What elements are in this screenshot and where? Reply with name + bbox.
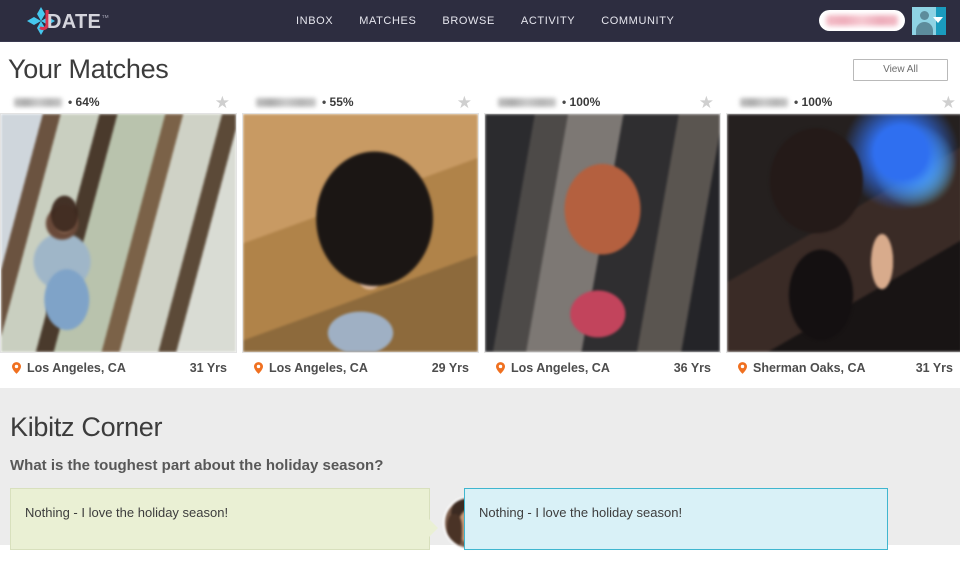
- match-username: [256, 97, 316, 107]
- star-icon[interactable]: ★: [699, 94, 714, 111]
- match-separator: •: [322, 95, 327, 109]
- match-age: 29 Yrs: [431, 360, 469, 375]
- match-card[interactable]: • 64% ★ Los Angeles, CA 31 Yrs: [0, 91, 237, 382]
- match-card[interactable]: • 55% ★ Los Angeles, CA 29 Yrs: [242, 91, 479, 382]
- match-card-footer: Los Angeles, CA 36 Yrs: [484, 353, 721, 382]
- match-card[interactable]: • 100% ★ Sherman Oaks, CA 31 Yrs: [726, 91, 960, 382]
- photo-subject: [1, 114, 236, 352]
- trademark-symbol: ™: [101, 12, 110, 22]
- match-username: [740, 97, 788, 107]
- match-photo[interactable]: [726, 113, 960, 353]
- star-icon[interactable]: ★: [941, 94, 956, 111]
- photo-subject: [243, 114, 478, 352]
- kibitz-answer-left[interactable]: Nothing - I love the holiday season!: [10, 488, 438, 550]
- match-percent: 64%: [75, 95, 100, 109]
- view-all-button[interactable]: View All: [853, 58, 948, 81]
- match-username-row: • 64%: [14, 95, 100, 109]
- page-title: Your Matches: [8, 54, 169, 84]
- kibitz-question: What is the toughest part about the holi…: [10, 457, 384, 474]
- match-card-meta: • 100% ★: [484, 91, 721, 113]
- match-card[interactable]: • 100% ★ Los Angeles, CA 36 Yrs: [484, 91, 721, 382]
- match-username: [14, 97, 62, 107]
- kibitz-title: Kibitz Corner: [10, 412, 163, 442]
- match-card-list: • 64% ★ Los Angeles, CA 31 Yrs • 55% ★ L…: [0, 91, 960, 382]
- match-location: Los Angeles, CA: [269, 360, 368, 375]
- match-age: 31 Yrs: [915, 360, 953, 375]
- photo-subject: [485, 114, 720, 352]
- match-location: Sherman Oaks, CA: [753, 360, 866, 375]
- header-right-controls: [819, 0, 946, 41]
- match-username: [498, 97, 556, 107]
- upgrade-button[interactable]: [819, 10, 905, 31]
- match-location: Los Angeles, CA: [511, 360, 610, 375]
- nav-item-community[interactable]: COMMUNITY: [601, 15, 674, 27]
- jdate-logo[interactable]: DATE™: [26, 6, 109, 36]
- match-percent: 100%: [569, 95, 601, 109]
- kibitz-answer-left-text: Nothing - I love the holiday season!: [25, 505, 229, 520]
- match-age: 36 Yrs: [673, 360, 711, 375]
- match-location-row: Los Angeles, CA: [254, 361, 368, 375]
- kibitz-answers: Nothing - I love the holiday season! Not…: [0, 488, 960, 550]
- match-location: Los Angeles, CA: [27, 360, 126, 375]
- match-percent: 55%: [329, 95, 354, 109]
- upgrade-button-label: [826, 15, 898, 26]
- match-location-row: Sherman Oaks, CA: [738, 361, 866, 375]
- match-card-footer: Los Angeles, CA 31 Yrs: [0, 353, 237, 382]
- star-icon[interactable]: ★: [215, 94, 230, 111]
- match-card-footer: Los Angeles, CA 29 Yrs: [242, 353, 479, 382]
- your-matches-section: Your Matches View All • 64% ★ Los Angele…: [0, 42, 960, 388]
- match-separator: •: [794, 95, 799, 109]
- match-location-row: Los Angeles, CA: [496, 361, 610, 375]
- location-pin-icon: [738, 361, 747, 374]
- chevron-down-icon: [933, 16, 943, 23]
- star-icon[interactable]: ★: [457, 94, 472, 111]
- kibitz-answer-right[interactable]: Nothing - I love the holiday season!: [464, 488, 888, 550]
- kibitz-answer-right-text: Nothing - I love the holiday season!: [479, 505, 683, 520]
- match-separator: •: [562, 95, 567, 109]
- match-separator: •: [68, 95, 73, 109]
- nav-item-activity[interactable]: ACTIVITY: [521, 15, 575, 27]
- location-pin-icon: [12, 361, 21, 374]
- photo-subject: [727, 114, 960, 352]
- match-card-meta: • 64% ★: [0, 91, 237, 113]
- match-photo[interactable]: [0, 113, 237, 353]
- match-username-row: • 100%: [498, 95, 600, 109]
- site-header: DATE™ INBOX MATCHES BROWSE ACTIVITY COMM…: [0, 0, 960, 42]
- match-card-meta: • 100% ★: [726, 91, 960, 113]
- match-username-row: • 100%: [740, 95, 832, 109]
- nav-item-browse[interactable]: BROWSE: [442, 15, 495, 27]
- account-menu-button[interactable]: [912, 6, 946, 35]
- kibitz-corner-section: Kibitz Corner What is the toughest part …: [0, 388, 960, 550]
- match-photo[interactable]: [242, 113, 479, 353]
- match-card-footer: Sherman Oaks, CA 31 Yrs: [726, 353, 960, 382]
- match-username-row: • 55%: [256, 95, 354, 109]
- match-location-row: Los Angeles, CA: [12, 361, 126, 375]
- jdate-logo-text: DATE™: [47, 10, 110, 33]
- match-photo[interactable]: [484, 113, 721, 353]
- location-pin-icon: [496, 361, 505, 374]
- main-navigation: INBOX MATCHES BROWSE ACTIVITY COMMUNITY: [296, 0, 674, 41]
- avatar-hair-left: [447, 514, 462, 548]
- match-percent: 100%: [801, 95, 833, 109]
- matches-header: Your Matches View All: [0, 42, 960, 91]
- nav-item-inbox[interactable]: INBOX: [296, 15, 333, 27]
- match-age: 31 Yrs: [189, 360, 227, 375]
- nav-item-matches[interactable]: MATCHES: [359, 15, 416, 27]
- location-pin-icon: [254, 361, 263, 374]
- match-card-meta: • 55% ★: [242, 91, 479, 113]
